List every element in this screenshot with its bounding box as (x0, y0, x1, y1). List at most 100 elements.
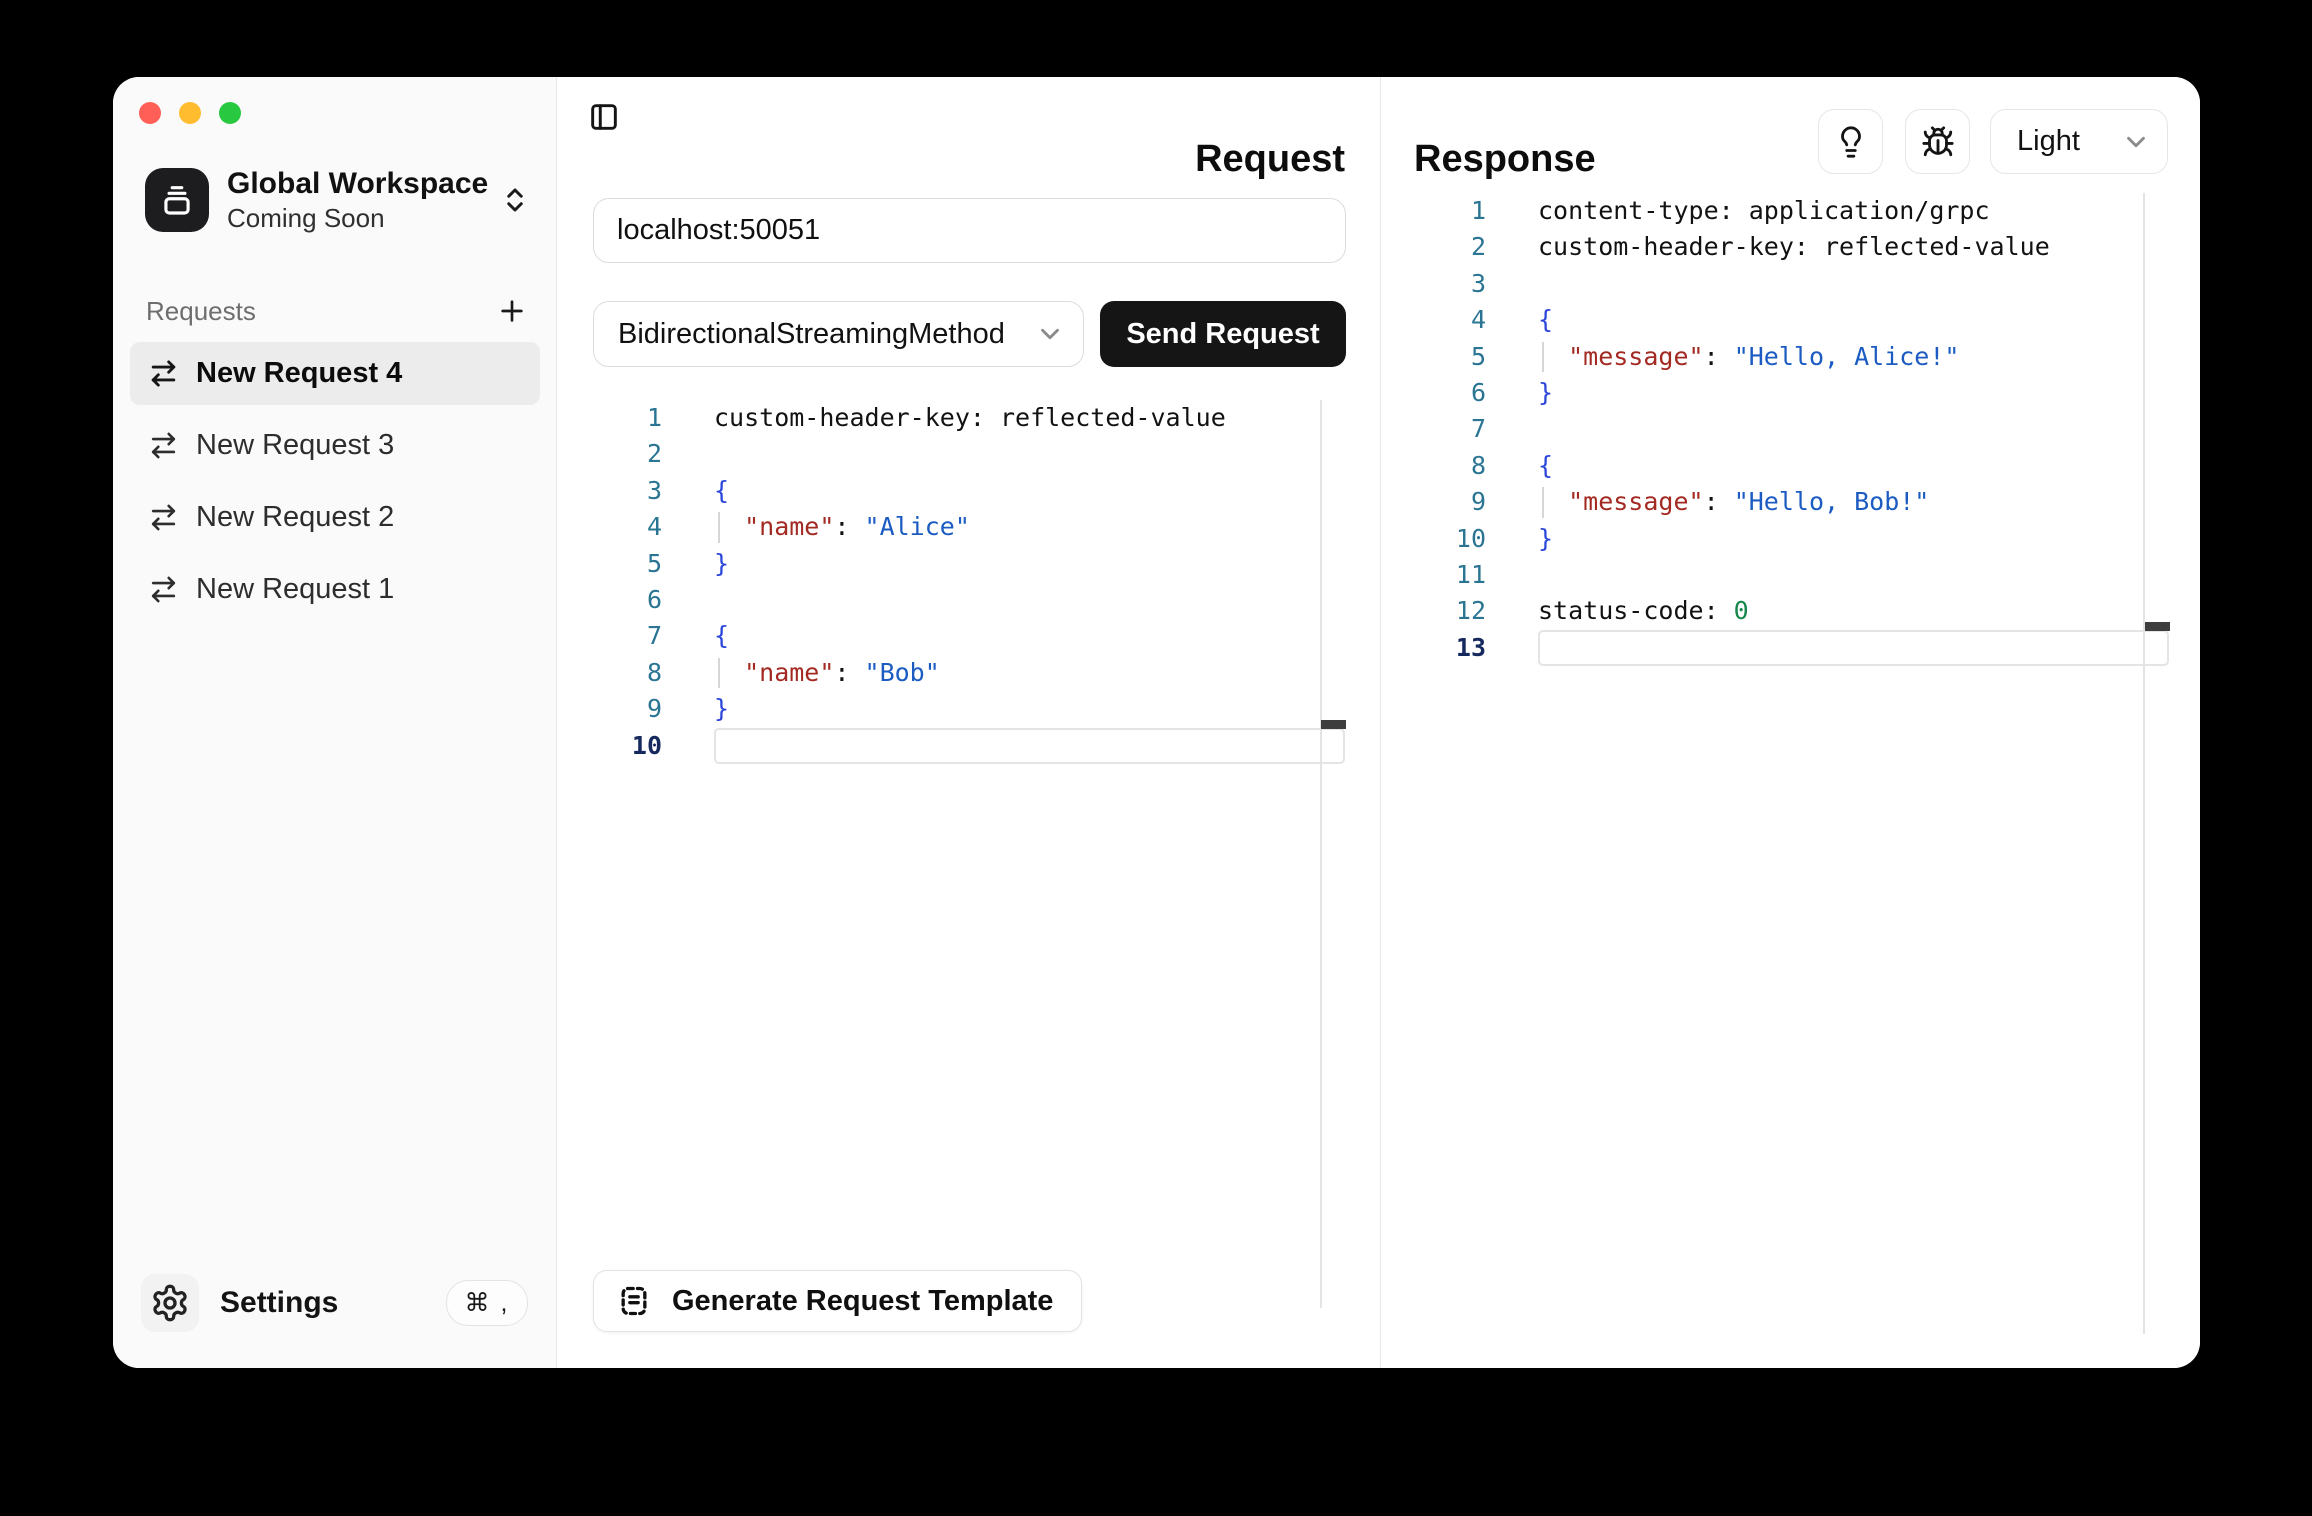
zoom-button[interactable] (219, 102, 241, 124)
code-line-8[interactable]: 8{ (1381, 448, 2200, 484)
lightbulb-icon (1834, 125, 1868, 159)
code-line-10[interactable]: 10} (1381, 521, 2200, 557)
scrollbar-thumb[interactable] (1321, 720, 1346, 729)
line-number: 5 (557, 546, 662, 582)
sidebar-item-new-request-1[interactable]: New Request 1 (130, 558, 540, 621)
send-request-button[interactable]: Send Request (1100, 301, 1346, 367)
settings-shortcut-badge: ⌘ , (446, 1280, 528, 1326)
request-editor: 1custom-header-key: reflected-value23{4 … (557, 400, 1380, 764)
request-panel-title: Request (1195, 138, 1345, 181)
code-text: custom-header-key: reflected-value (714, 400, 1226, 436)
code-line-5[interactable]: 5 "message": "Hello, Alice!" (1381, 339, 2200, 375)
app-window: Global Workspace Coming Soon Requests (113, 77, 2200, 1368)
response-panel-title: Response (1414, 138, 1596, 181)
code-line-6[interactable]: 6} (1381, 375, 2200, 411)
settings-button[interactable]: Settings ⌘ , (141, 1274, 528, 1332)
requests-section-header: Requests (146, 291, 530, 331)
line-number: 5 (1381, 339, 1486, 375)
line-number: 4 (1381, 302, 1486, 338)
line-number: 10 (1381, 521, 1486, 557)
generate-request-template-button[interactable]: Generate Request Template (593, 1270, 1082, 1332)
code-text: } (1538, 521, 1553, 557)
active-line-box[interactable] (1538, 630, 2169, 666)
request-item-label: New Request 2 (196, 501, 394, 534)
line-number: 4 (557, 509, 662, 545)
active-line-box[interactable] (714, 728, 1345, 764)
code-line-1[interactable]: 1custom-header-key: reflected-value (557, 400, 1380, 436)
line-number: 9 (557, 691, 662, 727)
response-editor: 1content-type: application/grpc2custom-h… (1381, 193, 2200, 666)
sidebar-item-new-request-3[interactable]: New Request 3 (130, 414, 540, 477)
arrow-right-left-icon (148, 430, 179, 461)
host-input[interactable] (593, 198, 1346, 263)
plus-icon (496, 295, 528, 327)
scrollbar-thumb[interactable] (2145, 622, 2170, 631)
code-text: } (714, 546, 729, 582)
bug-button[interactable] (1905, 109, 1970, 174)
workspace-switcher[interactable]: Global Workspace Coming Soon (145, 167, 532, 233)
code-line-1[interactable]: 1content-type: application/grpc (1381, 193, 2200, 229)
settings-label: Settings (220, 1286, 338, 1320)
request-item-label: New Request 3 (196, 429, 394, 462)
response-editor-scrollbar-track (2143, 193, 2145, 1334)
minimize-button[interactable] (179, 102, 201, 124)
line-number: 9 (1381, 484, 1486, 520)
code-text: } (1538, 375, 1553, 411)
code-line-13[interactable]: 13 (1381, 630, 2200, 666)
code-line-6[interactable]: 6 (557, 582, 1380, 618)
workspace-subtitle: Coming Soon (227, 203, 498, 233)
code-line-9[interactable]: 9 "message": "Hello, Bob!" (1381, 484, 2200, 520)
code-line-7[interactable]: 7 (1381, 411, 2200, 447)
request-panel: Request BidirectionalStreamingMethod Sen… (557, 77, 1381, 1368)
generate-request-template-label: Generate Request Template (672, 1285, 1053, 1318)
indent-guide (1542, 342, 1544, 372)
code-text: status-code: 0 (1538, 593, 1749, 629)
code-line-3[interactable]: 3 (1381, 266, 2200, 302)
workspace-text: Global Workspace Coming Soon (227, 167, 498, 233)
sidebar: Global Workspace Coming Soon Requests (113, 77, 557, 1368)
code-line-8[interactable]: 8 "name": "Bob" (557, 655, 1380, 691)
code-line-11[interactable]: 11 (1381, 557, 2200, 593)
code-line-4[interactable]: 4 "name": "Alice" (557, 509, 1380, 545)
template-dashed-icon (614, 1281, 654, 1321)
workspace-title: Global Workspace (227, 167, 498, 201)
code-line-5[interactable]: 5} (557, 546, 1380, 582)
line-number: 3 (557, 473, 662, 509)
code-line-12[interactable]: 12 status-code: 0 (1381, 593, 2200, 629)
requests-label: Requests (146, 296, 256, 327)
sidebar-item-new-request-2[interactable]: New Request 2 (130, 486, 540, 549)
line-number: 12 (1381, 593, 1486, 629)
window-controls (139, 102, 241, 124)
code-line-10[interactable]: 10 (557, 728, 1380, 764)
request-editor-scrollbar-track (1320, 400, 1322, 1308)
line-number: 8 (557, 655, 662, 691)
sidebar-item-new-request-4[interactable]: New Request 4 (130, 342, 540, 405)
line-number: 3 (1381, 266, 1486, 302)
line-number: 7 (557, 618, 662, 654)
code-text: content-type: application/grpc (1538, 193, 1990, 229)
code-text: { (714, 618, 729, 654)
method-select[interactable]: BidirectionalStreamingMethod (593, 301, 1084, 367)
code-line-2[interactable]: 2 (557, 436, 1380, 472)
code-text: "name": "Bob" (714, 655, 940, 691)
arrow-right-left-icon (148, 574, 179, 605)
line-number: 8 (1381, 448, 1486, 484)
close-button[interactable] (139, 102, 161, 124)
indent-guide (1542, 487, 1544, 517)
theme-select[interactable]: Light (1990, 109, 2168, 174)
code-line-9[interactable]: 9} (557, 691, 1380, 727)
sidebar-toggle-button[interactable] (587, 100, 621, 134)
response-panel: Response Light 1content-type: applicatio… (1381, 77, 2200, 1368)
code-line-4[interactable]: 4{ (1381, 302, 2200, 338)
line-number: 2 (1381, 229, 1486, 265)
line-number: 10 (557, 728, 662, 764)
code-line-7[interactable]: 7{ (557, 618, 1380, 654)
add-request-button[interactable] (494, 293, 530, 329)
code-text: "message": "Hello, Alice!" (1538, 339, 1959, 375)
code-line-2[interactable]: 2custom-header-key: reflected-value (1381, 229, 2200, 265)
chevron-down-icon (2121, 127, 2151, 157)
code-line-3[interactable]: 3{ (557, 473, 1380, 509)
request-item-label: New Request 1 (196, 573, 394, 606)
lightbulb-button[interactable] (1818, 109, 1883, 174)
workspace-icon (145, 168, 209, 232)
